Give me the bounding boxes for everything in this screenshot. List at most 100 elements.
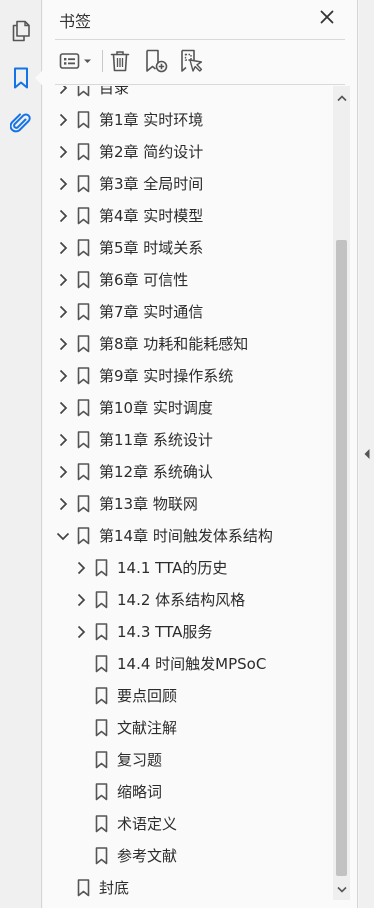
bookmarks-toolbar — [57, 46, 337, 76]
chevron-right-icon[interactable] — [55, 144, 71, 160]
bookmark-icon — [93, 783, 109, 801]
bookmark-tree: 目录 第1章 实时环境第2章 简约设计第3章 全局时间第4章 实时模型 第5章 时… — [43, 86, 333, 900]
chevron-right-icon[interactable] — [55, 86, 71, 96]
bookmark-item[interactable]: 14.2 体系结构风格 — [43, 584, 333, 616]
bookmark-icon — [75, 271, 91, 289]
bookmark-icon — [75, 463, 91, 481]
bookmark-label: 第6章 可信性 — [99, 271, 189, 289]
bookmark-icon — [93, 559, 109, 577]
scrollbar-thumb[interactable] — [336, 240, 347, 876]
bookmark-item[interactable]: 第5章 时域关系 — [43, 232, 333, 264]
bookmark-label: 第9章 实时操作系统 — [99, 367, 234, 385]
chevron-right-icon[interactable] — [55, 496, 71, 512]
chevron-right-icon[interactable] — [55, 208, 71, 224]
bookmark-icon — [75, 495, 91, 513]
bookmark-label: 14.2 体系结构风格 — [117, 591, 246, 609]
toolbar-divider-bottom — [55, 84, 345, 85]
bookmark-label: 第11章 系统设计 — [99, 431, 213, 449]
chevron-right-icon[interactable] — [55, 432, 71, 448]
bookmark-item[interactable]: 14.3 TTA服务 — [43, 616, 333, 648]
chevron-right-icon[interactable] — [55, 400, 71, 416]
bookmark-item[interactable]: 第2章 简约设计 — [43, 136, 333, 168]
bookmark-item[interactable]: 第13章 物联网 — [43, 488, 333, 520]
new-bookmark-icon — [146, 49, 168, 73]
bookmark-label: 14.4 时间触发MPSoC — [117, 655, 267, 673]
bookmark-label: 复习题 — [117, 751, 163, 769]
scroll-up-button[interactable] — [333, 90, 350, 106]
chevron-right-icon[interactable] — [73, 592, 89, 608]
bookmark-item[interactable]: 缩略词 — [43, 776, 333, 808]
chevron-right-icon[interactable] — [55, 272, 71, 288]
chevron-right-icon[interactable] — [55, 240, 71, 256]
bookmark-icon — [75, 399, 91, 417]
bookmark-item[interactable]: 文献注解 — [43, 712, 333, 744]
bookmark-item[interactable]: 第6章 可信性 — [43, 264, 333, 296]
bookmark-item[interactable]: 第1章 实时环境 — [43, 104, 333, 136]
bookmark-icon — [75, 303, 91, 321]
chevron-right-icon[interactable] — [55, 368, 71, 384]
chevron-down-icon[interactable] — [55, 528, 71, 544]
bookmark-item[interactable]: 14.1 TTA的历史 — [43, 552, 333, 584]
bookmark-icon — [75, 431, 91, 449]
bookmarks-button[interactable] — [7, 64, 35, 92]
bookmark-item[interactable]: 封底 — [43, 872, 333, 900]
bookmark-icon — [93, 591, 109, 609]
bookmark-item[interactable]: 第11章 系统设计 — [43, 424, 333, 456]
bookmark-item[interactable]: 术语定义 — [43, 808, 333, 840]
toolbar-divider — [102, 50, 103, 72]
bookmark-from-selection-button[interactable] — [177, 46, 205, 76]
bookmark-icon — [93, 719, 109, 737]
caret-left-icon — [364, 449, 370, 459]
bookmark-label: 第8章 功耗和能耗感知 — [99, 335, 249, 353]
bookmark-icon — [93, 751, 109, 769]
bookmark-label: 封底 — [99, 879, 130, 897]
bookmark-icon — [75, 879, 91, 897]
scroll-down-button[interactable] — [333, 882, 350, 898]
chevron-right-icon[interactable] — [55, 464, 71, 480]
close-panel-button[interactable] — [316, 6, 338, 28]
bookmark-item[interactable]: 第3章 全局时间 — [43, 168, 333, 200]
bookmark-item[interactable]: 第7章 实时通信 — [43, 296, 333, 328]
bookmark-icon — [75, 335, 91, 353]
chevron-right-icon[interactable] — [73, 624, 89, 640]
bookmark-item[interactable]: 参考文献 — [43, 840, 333, 872]
bookmark-item[interactable]: 第4章 实时模型 — [43, 200, 333, 232]
left-nav-rail — [0, 0, 42, 908]
delete-bookmark-button[interactable] — [107, 46, 133, 76]
bookmark-label: 14.3 TTA服务 — [117, 623, 213, 641]
options-menu-button[interactable] — [57, 46, 97, 76]
bookmark-icon — [93, 847, 109, 865]
bookmark-item[interactable]: 第14章 时间触发体系结构 — [43, 520, 333, 552]
chevron-right-icon[interactable] — [55, 336, 71, 352]
bookmark-item-clipped[interactable]: 目录 — [43, 86, 333, 104]
bookmark-icon — [14, 67, 28, 89]
bookmark-icon — [75, 86, 91, 97]
chevron-right-icon[interactable] — [55, 176, 71, 192]
bookmark-label: 第1章 实时环境 — [99, 111, 204, 129]
bookmark-label: 第3章 全局时间 — [99, 175, 204, 193]
bookmark-item[interactable]: 第12章 系统确认 — [43, 456, 333, 488]
bookmark-item[interactable]: 第9章 实时操作系统 — [43, 360, 333, 392]
bookmark-item[interactable]: 第8章 功耗和能耗感知 — [43, 328, 333, 360]
header-divider — [55, 39, 345, 40]
chevron-right-icon[interactable] — [73, 560, 89, 576]
bookmark-icon — [93, 815, 109, 833]
vertical-scrollbar[interactable] — [333, 86, 350, 900]
chevron-right-icon[interactable] — [55, 304, 71, 320]
collapse-pane-button[interactable] — [362, 446, 372, 462]
bookmark-icon — [75, 207, 91, 225]
bookmark-from-selection-icon — [181, 49, 203, 72]
bookmark-icon — [93, 687, 109, 705]
page-thumbnails-button[interactable] — [7, 17, 35, 45]
attachments-button[interactable] — [7, 110, 35, 138]
bookmark-label: 缩略词 — [117, 783, 163, 801]
chevron-right-icon[interactable] — [55, 112, 71, 128]
new-bookmark-button[interactable] — [142, 46, 170, 76]
bookmark-icon — [75, 527, 91, 545]
bookmark-item[interactable]: 要点回顾 — [43, 680, 333, 712]
chevron-up-icon — [336, 95, 347, 102]
bookmark-item[interactable]: 14.4 时间触发MPSoC — [43, 648, 333, 680]
bookmark-item[interactable]: 复习题 — [43, 744, 333, 776]
bookmark-item[interactable]: 第10章 实时调度 — [43, 392, 333, 424]
bookmark-icon — [75, 175, 91, 193]
